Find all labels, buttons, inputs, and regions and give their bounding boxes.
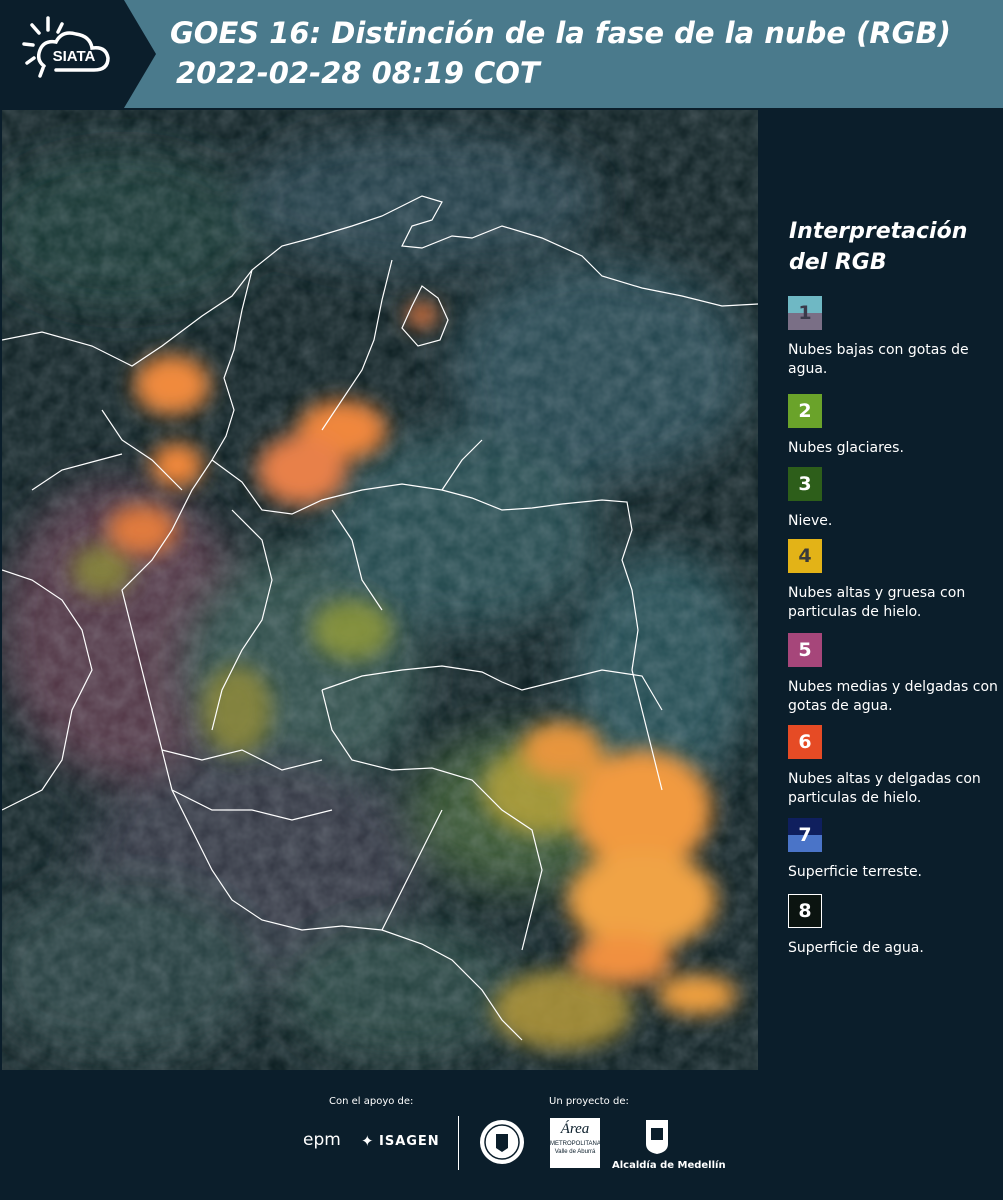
header-banner: SIATA GOES 16: Distinción de la fase de … <box>0 0 1003 108</box>
legend-swatch: 5 <box>788 633 822 667</box>
legend-item: 8 Superficie de agua. <box>788 894 1003 958</box>
legend-item: 3 Nieve. <box>788 467 1003 531</box>
legend-label: Superficie de agua. <box>788 940 924 956</box>
satellite-map-svg <box>2 110 758 1070</box>
legend-label: Nubes bajas con gotas de agua. <box>788 342 969 377</box>
legend-swatch: 1 <box>788 296 822 330</box>
legend-number: 7 <box>798 824 812 846</box>
legend-title: Interpretación del RGB <box>789 219 968 275</box>
legend-item: 4 Nubes altas y gruesa con particulas de… <box>788 539 1003 622</box>
legend-swatch: 4 <box>788 539 822 573</box>
legend-number: 1 <box>798 302 812 324</box>
footer: Con el apoyo de: Un proyecto de: epm ✦ I… <box>0 1070 1003 1200</box>
area-metropolitana-logo: Área METROPOLITANA Valle de Aburrá <box>550 1118 601 1168</box>
legend-label: Superficie terreste. <box>788 864 923 880</box>
legend-item: 5 Nubes medias y delgadas con gotas de a… <box>788 633 1003 716</box>
alcaldia-label: Alcaldía de Medellín <box>612 1160 726 1171</box>
legend-item: 2 Nubes glaciares. <box>788 394 1003 458</box>
legend-number: 4 <box>798 545 812 567</box>
footer-divider <box>458 1116 459 1170</box>
legend-swatch: 6 <box>788 725 822 759</box>
epm-logo: epm <box>303 1130 341 1150</box>
isagen-icon: ✦ <box>361 1132 374 1150</box>
seal-icon <box>478 1118 526 1166</box>
area-logo-line1: Área <box>560 1121 590 1137</box>
legend-number: 6 <box>798 731 812 753</box>
support-caption: Con el apoyo de: <box>329 1096 414 1107</box>
legend-number: 5 <box>798 639 812 661</box>
legend-item: 6 Nubes altas y delgadas con particulas … <box>788 725 1003 808</box>
legend-label: Nubes medias y delgadas con gotas de agu… <box>788 679 998 714</box>
legend-label: Nieve. <box>788 513 833 529</box>
legend-number: 3 <box>798 473 812 495</box>
legend-item: 7 Superficie terreste. <box>788 818 1003 882</box>
logo-text: SIATA <box>53 48 96 65</box>
page-subtitle-datetime: 2022-02-28 08:19 COT <box>176 56 540 90</box>
project-caption: Un proyecto de: <box>549 1096 629 1107</box>
legend-item: 1 Nubes bajas con gotas de agua. <box>788 296 1003 379</box>
area-logo-line3: Valle de Aburrá <box>554 1149 596 1155</box>
satellite-map <box>2 110 758 1070</box>
legend-number: 2 <box>798 400 812 422</box>
legend-swatch: 2 <box>788 394 822 428</box>
legend-label: Nubes glaciares. <box>788 440 904 456</box>
siata-logo: SIATA <box>0 0 158 108</box>
legend-swatch: 7 <box>788 818 822 852</box>
legend-panel: Interpretación del RGB 1 Nubes bajas con… <box>760 108 1003 1070</box>
alcaldia-shield-icon <box>644 1118 670 1156</box>
area-logo-line2: METROPOLITANA <box>550 1141 601 1147</box>
page-title: GOES 16: Distinción de la fase de la nub… <box>170 16 951 50</box>
legend-swatch: 3 <box>788 467 822 501</box>
legend-label: Nubes altas y gruesa con particulas de h… <box>788 585 966 620</box>
legend-label: Nubes altas y delgadas con particulas de… <box>788 771 981 806</box>
isagen-logo: ISAGEN <box>379 1134 440 1149</box>
legend-swatch: 8 <box>788 894 822 928</box>
legend-number: 8 <box>798 900 812 922</box>
